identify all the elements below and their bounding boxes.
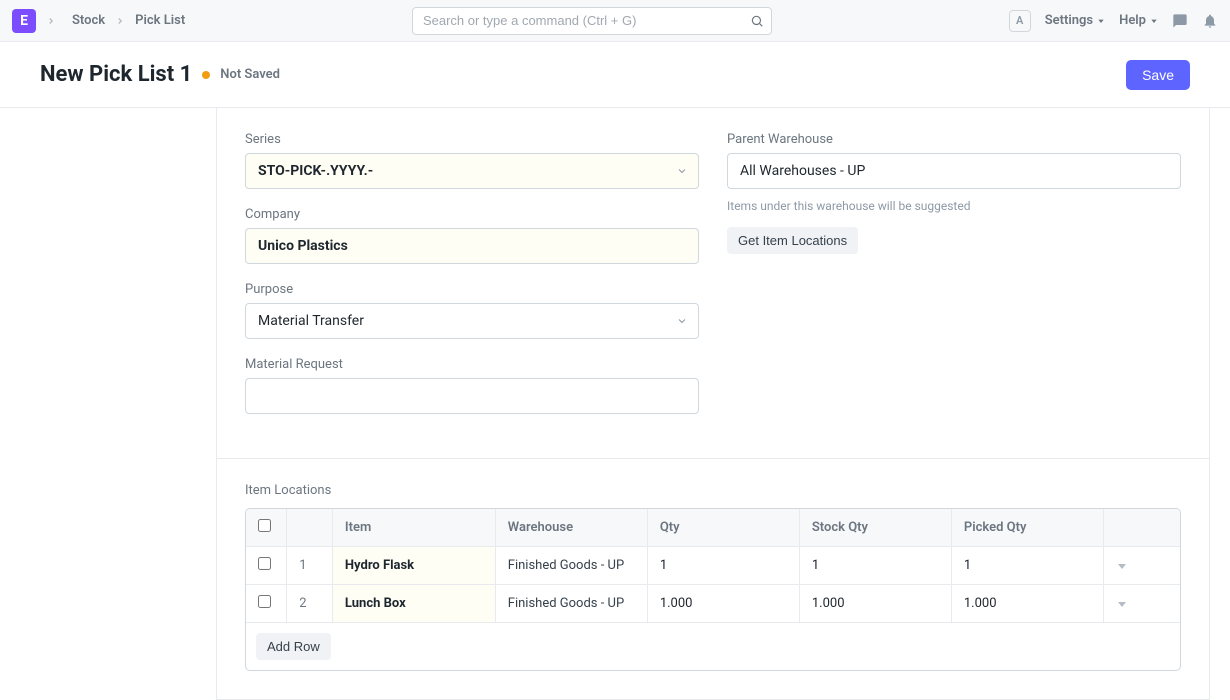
navbar-center: [191, 7, 993, 35]
row-checkbox[interactable]: [258, 557, 271, 570]
chevron-down-icon: [676, 165, 688, 177]
table-label: Item Locations: [245, 483, 1181, 498]
field-material-request: Material Request: [245, 357, 699, 414]
save-button[interactable]: Save: [1126, 60, 1190, 90]
material-request-input[interactable]: [245, 378, 699, 414]
table-footer-row: Add Row: [246, 623, 1180, 670]
item-locations-table: Item Warehouse Qty Stock Qty Picked Qty …: [245, 508, 1181, 671]
th-checkbox: [246, 509, 287, 547]
row-menu-icon[interactable]: [1116, 560, 1168, 572]
status-badge: Not Saved: [220, 67, 280, 82]
td-footer: Add Row: [246, 623, 1180, 670]
purpose-select[interactable]: Material Transfer: [245, 303, 699, 339]
help-menu[interactable]: Help: [1119, 13, 1158, 28]
parent-warehouse-input[interactable]: All Warehouses - UP: [727, 153, 1181, 189]
search-icon: [750, 14, 764, 28]
caret-down-icon: [1097, 17, 1105, 25]
purpose-value: Material Transfer: [258, 313, 364, 329]
navbar-left: E Stock Pick List: [12, 9, 191, 33]
help-label: Help: [1119, 13, 1146, 28]
td-actions: [1104, 585, 1180, 623]
search-input[interactable]: [412, 7, 772, 35]
table-header-row: Item Warehouse Qty Stock Qty Picked Qty: [246, 509, 1180, 547]
table-row[interactable]: 1 Hydro Flask Finished Goods - UP 1 1 1: [246, 547, 1180, 585]
breadcrumb-stock[interactable]: Stock: [66, 13, 111, 28]
td-item[interactable]: Lunch Box: [333, 585, 496, 623]
chevron-right-icon: [46, 16, 56, 26]
label-company: Company: [245, 207, 699, 222]
status-indicator-icon: [202, 71, 210, 79]
company-value: Unico Plastics: [258, 238, 348, 254]
form-container: Series STO-PICK-.YYYY.- Company Unico Pl…: [216, 108, 1210, 700]
th-picked-qty: Picked Qty: [952, 509, 1104, 547]
add-row-button[interactable]: Add Row: [256, 633, 331, 660]
app-logo[interactable]: E: [12, 9, 36, 33]
select-all-checkbox[interactable]: [258, 519, 271, 532]
parent-warehouse-hint: Items under this warehouse will be sugge…: [727, 199, 1181, 213]
label-material-request: Material Request: [245, 357, 699, 372]
page-header: New Pick List 1 Not Saved Save: [0, 42, 1230, 108]
td-index: 1: [287, 547, 333, 585]
form-col-right: Parent Warehouse All Warehouses - UP Ite…: [727, 132, 1181, 414]
label-series: Series: [245, 132, 699, 147]
settings-label: Settings: [1045, 13, 1093, 28]
td-actions: [1104, 547, 1180, 585]
breadcrumb: Stock Pick List: [66, 13, 191, 28]
form-body: Series STO-PICK-.YYYY.- Company Unico Pl…: [0, 108, 1230, 700]
label-purpose: Purpose: [245, 282, 699, 297]
table-row[interactable]: 2 Lunch Box Finished Goods - UP 1.000 1.…: [246, 585, 1180, 623]
company-input[interactable]: Unico Plastics: [245, 228, 699, 264]
td-qty[interactable]: 1: [648, 547, 800, 585]
table-section: Item Locations Item Warehouse Qty Stock …: [217, 458, 1209, 699]
field-series: Series STO-PICK-.YYYY.-: [245, 132, 699, 189]
user-initial: A: [1016, 14, 1023, 27]
field-company: Company Unico Plastics: [245, 207, 699, 264]
td-warehouse[interactable]: Finished Goods - UP: [496, 547, 648, 585]
breadcrumb-pick-list[interactable]: Pick List: [129, 13, 191, 28]
td-index: 2: [287, 585, 333, 623]
td-picked-qty[interactable]: 1: [952, 547, 1104, 585]
label-parent-warehouse: Parent Warehouse: [727, 132, 1181, 147]
logo-letter: E: [20, 13, 28, 29]
th-item: Item: [333, 509, 496, 547]
bell-icon[interactable]: [1202, 13, 1218, 29]
td-qty[interactable]: 1.000: [648, 585, 800, 623]
series-select[interactable]: STO-PICK-.YYYY.-: [245, 153, 699, 189]
series-value: STO-PICK-.YYYY.-: [258, 163, 373, 179]
search-wrap: [412, 7, 772, 35]
page-title-wrap: New Pick List 1 Not Saved: [40, 62, 280, 87]
page-title: New Pick List 1: [40, 62, 192, 87]
th-stock-qty: Stock Qty: [800, 509, 952, 547]
user-avatar[interactable]: A: [1009, 10, 1031, 32]
row-checkbox[interactable]: [258, 595, 271, 608]
navbar-right: A Settings Help: [1009, 10, 1218, 32]
th-actions: [1104, 509, 1180, 547]
chat-icon[interactable]: [1172, 13, 1188, 29]
td-item[interactable]: Hydro Flask: [333, 547, 496, 585]
th-warehouse: Warehouse: [496, 509, 648, 547]
navbar: E Stock Pick List A Settings Help: [0, 0, 1230, 42]
th-qty: Qty: [648, 509, 800, 547]
settings-menu[interactable]: Settings: [1045, 13, 1105, 28]
td-checkbox: [246, 547, 287, 585]
field-purpose: Purpose Material Transfer: [245, 282, 699, 339]
td-checkbox: [246, 585, 287, 623]
form-section-main: Series STO-PICK-.YYYY.- Company Unico Pl…: [217, 108, 1209, 458]
row-menu-icon[interactable]: [1116, 598, 1168, 610]
td-picked-qty[interactable]: 1.000: [952, 585, 1104, 623]
td-stock-qty[interactable]: 1.000: [800, 585, 952, 623]
get-item-locations-button[interactable]: Get Item Locations: [727, 227, 858, 254]
td-warehouse[interactable]: Finished Goods - UP: [496, 585, 648, 623]
caret-down-icon: [1150, 17, 1158, 25]
parent-warehouse-value: All Warehouses - UP: [740, 163, 865, 179]
form-col-left: Series STO-PICK-.YYYY.- Company Unico Pl…: [245, 132, 699, 414]
td-stock-qty[interactable]: 1: [800, 547, 952, 585]
chevron-right-icon: [115, 16, 125, 26]
field-parent-warehouse: Parent Warehouse All Warehouses - UP Ite…: [727, 132, 1181, 254]
chevron-down-icon: [676, 315, 688, 327]
th-index: [287, 509, 333, 547]
